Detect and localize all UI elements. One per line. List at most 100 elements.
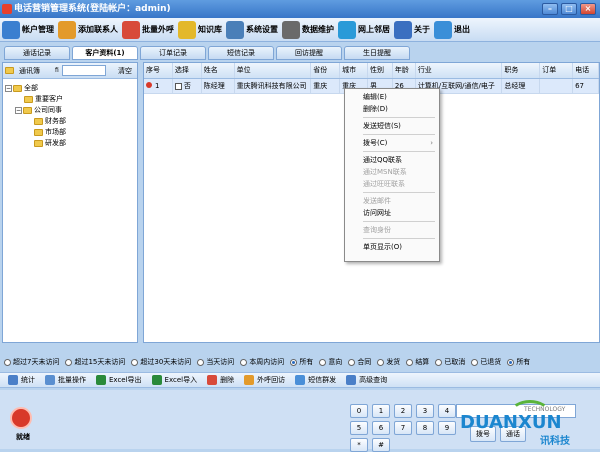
column-header[interactable]: 选择 <box>173 63 202 78</box>
filter-option[interactable]: 所有 <box>507 357 530 367</box>
action-button[interactable]: 短信群发 <box>295 375 336 385</box>
toolbar-item-8[interactable]: 退出 <box>434 19 470 41</box>
action-button[interactable]: 高级查询 <box>346 375 387 385</box>
column-header[interactable]: 单位 <box>235 63 312 78</box>
tab-0[interactable]: 通话记录 <box>4 46 70 60</box>
minimize-button[interactable]: – <box>542 3 558 15</box>
keypad-key[interactable]: 7 <box>394 421 412 435</box>
column-header[interactable]: 省份 <box>311 63 341 78</box>
tree-node[interactable]: 市场部 <box>5 127 135 138</box>
column-header[interactable]: 序号 <box>144 63 173 78</box>
exit-icon <box>434 20 452 39</box>
toolbar-item-4[interactable]: 系统设置 <box>226 19 278 41</box>
expander-icon[interactable]: − <box>15 107 22 114</box>
keypad-key[interactable]: 2 <box>394 404 412 418</box>
toolbar-item-2[interactable]: 批量外呼 <box>122 19 174 41</box>
menu-item[interactable]: 通过旺旺联系 <box>345 178 439 190</box>
radio-icon[interactable] <box>65 358 73 366</box>
tab-3[interactable]: 短信记录 <box>208 46 274 60</box>
radio-icon[interactable] <box>197 358 205 366</box>
clear-button[interactable]: 清空 <box>115 66 135 76</box>
filter-option[interactable]: 当天访问 <box>197 357 234 367</box>
radio-icon[interactable] <box>406 358 414 366</box>
close-button[interactable]: × <box>580 3 596 15</box>
tab-2[interactable]: 订单记录 <box>140 46 206 60</box>
radio-icon[interactable] <box>507 358 515 366</box>
filter-option[interactable]: 超过30天未访问 <box>131 357 191 367</box>
tab-5[interactable]: 生日提醒 <box>344 46 410 60</box>
expander-icon[interactable]: − <box>5 85 12 92</box>
tab-1[interactable]: 客户资料(1) <box>72 46 138 60</box>
radio-icon[interactable] <box>471 358 479 366</box>
filter-option[interactable]: 超过7天未访问 <box>4 357 59 367</box>
toolbar-item-1[interactable]: 添加联系人 <box>58 19 118 41</box>
filter-option[interactable]: 意向 <box>319 357 342 367</box>
radio-icon[interactable] <box>348 358 356 366</box>
select-checkbox[interactable] <box>174 82 182 90</box>
action-button[interactable]: Excel导出 <box>96 375 142 385</box>
toolbar-item-7[interactable]: 关于 <box>394 19 430 41</box>
radio-icon[interactable] <box>435 358 443 366</box>
filter-option[interactable]: 结算 <box>406 357 429 367</box>
radio-icon[interactable] <box>290 358 298 366</box>
filter-option[interactable]: 合同 <box>348 357 371 367</box>
tab-4[interactable]: 回访提醒 <box>276 46 342 60</box>
keypad-key[interactable]: 1 <box>372 404 390 418</box>
filter-option[interactable]: 超过15天未访问 <box>65 357 125 367</box>
phone-icon[interactable] <box>10 407 32 429</box>
column-header[interactable]: 城市 <box>340 63 369 78</box>
menu-item[interactable]: 通过MSN联系 <box>345 166 439 178</box>
menu-separator <box>363 117 435 118</box>
keypad-key[interactable]: 0 <box>350 404 368 418</box>
action-button[interactable]: 外呼回访 <box>244 375 285 385</box>
toolbar-item-5[interactable]: 数据维护 <box>282 19 334 41</box>
toolbar-item-6[interactable]: 网上邻居 <box>338 19 390 41</box>
menu-item[interactable]: 访问网址 <box>345 207 439 219</box>
tree-node[interactable]: − 全部 <box>5 83 135 94</box>
menu-item[interactable]: 查询身份 <box>345 224 439 236</box>
radio-icon[interactable] <box>377 358 385 366</box>
menu-item[interactable]: 拨号(C) › <box>345 137 439 149</box>
radio-icon[interactable] <box>131 358 139 366</box>
keypad-key[interactable]: 6 <box>372 421 390 435</box>
tree-node[interactable]: 重要客户 <box>5 94 135 105</box>
tree-node[interactable]: − 公司同事 <box>5 105 135 116</box>
filter-option[interactable]: 已取消 <box>435 357 465 367</box>
action-button[interactable]: 统计 <box>8 375 35 385</box>
keypad-key[interactable]: 8 <box>416 421 434 435</box>
filter-option[interactable]: 所有 <box>290 357 313 367</box>
tree-node[interactable]: 研发部 <box>5 138 135 149</box>
action-button[interactable]: 批量操作 <box>45 375 86 385</box>
column-header[interactable]: 年龄 <box>393 63 416 78</box>
filter-option[interactable]: 已退货 <box>471 357 501 367</box>
menu-item[interactable]: 编辑(E) <box>345 91 439 103</box>
keypad-key[interactable]: * <box>350 438 368 452</box>
tree-node[interactable]: 财务部 <box>5 116 135 127</box>
radio-icon[interactable] <box>240 358 248 366</box>
menu-item[interactable]: 单页显示(O) <box>345 241 439 253</box>
menu-item[interactable]: 发送邮件 <box>345 195 439 207</box>
menu-item[interactable]: 删除(D) <box>345 103 439 115</box>
action-button[interactable]: Excel导入 <box>151 375 197 385</box>
menu-item[interactable]: 发送短信(S) <box>345 120 439 132</box>
menu-item[interactable]: 通过QQ联系 <box>345 154 439 166</box>
column-header[interactable]: 性别 <box>368 63 393 78</box>
filter-option[interactable]: 本周内访问 <box>240 357 284 367</box>
column-header[interactable]: 电话 <box>573 63 599 78</box>
column-header[interactable]: 职务 <box>502 63 541 78</box>
action-button[interactable]: 删除 <box>207 375 234 385</box>
toolbar-item-3[interactable]: 知识库 <box>178 19 222 41</box>
filter-icon[interactable]: fi <box>55 67 59 74</box>
radio-icon[interactable] <box>319 358 327 366</box>
column-header[interactable]: 订单 <box>540 63 574 78</box>
toolbar-item-0[interactable]: 帐户管理 <box>2 19 54 41</box>
address-book-search-input[interactable] <box>61 65 106 76</box>
column-header[interactable]: 行业 <box>416 63 503 78</box>
column-header[interactable]: 姓名 <box>202 63 235 78</box>
keypad-key[interactable]: 3 <box>416 404 434 418</box>
keypad-key[interactable]: # <box>372 438 390 452</box>
radio-icon[interactable] <box>4 358 11 366</box>
maximize-button[interactable]: □ <box>561 3 577 15</box>
filter-option[interactable]: 发货 <box>377 357 400 367</box>
keypad-key[interactable]: 5 <box>350 421 368 435</box>
